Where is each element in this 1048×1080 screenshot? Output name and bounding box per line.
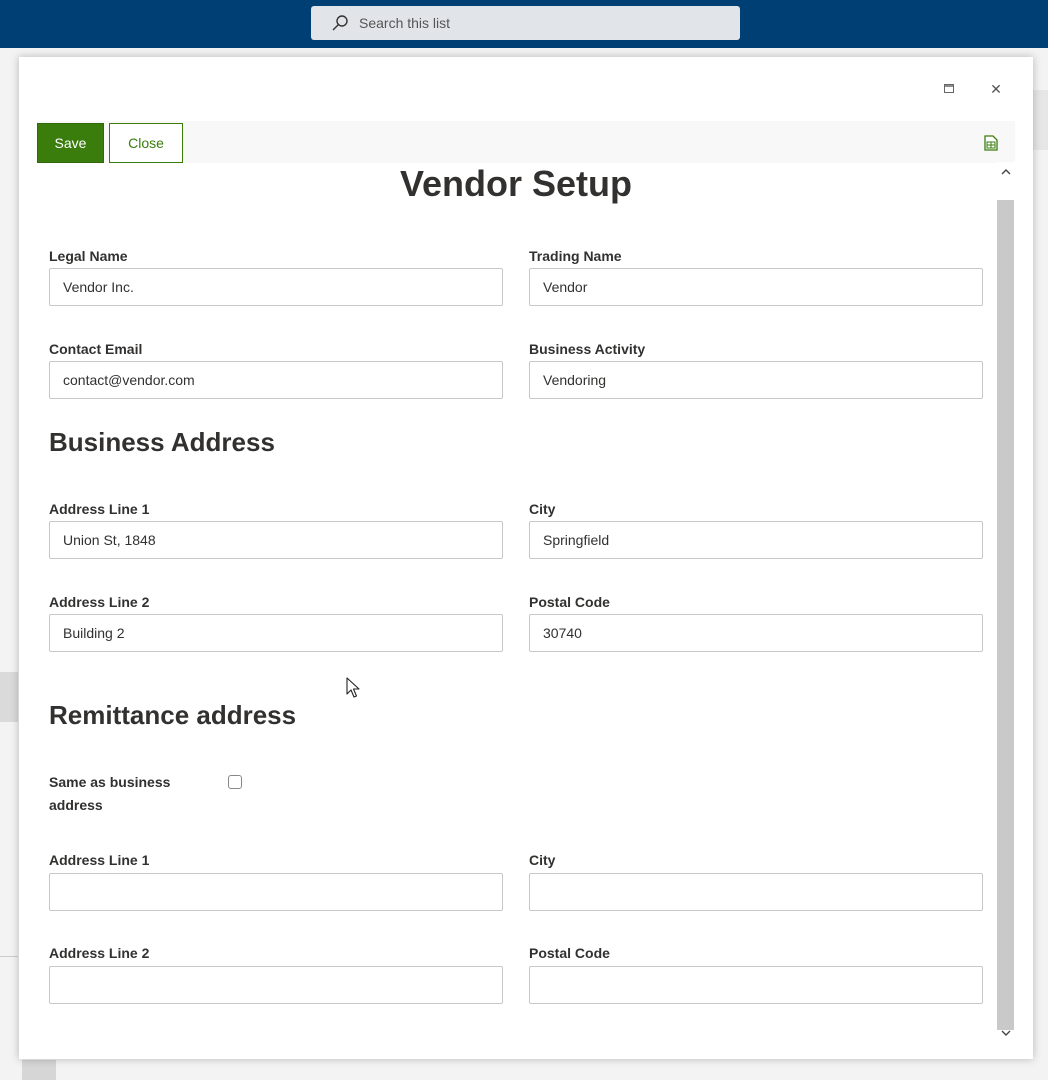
scrollbar-thumb[interactable] [997,200,1014,1030]
business-address-line1-field[interactable]: Union St, 1848 [49,521,503,559]
business-postal-code-label: Postal Code [529,594,610,610]
mouse-pointer-icon [346,677,360,698]
remittance-address-line1-field[interactable] [49,873,503,911]
excel-export-icon[interactable] [984,135,998,151]
background-row-highlight [0,672,18,722]
remittance-postal-code-field[interactable] [529,966,983,1004]
background-divider [0,956,18,957]
business-city-label: City [529,501,556,517]
app-header: Search this list [0,0,1048,48]
form-content: Vendor Setup Legal Name Vendor Inc. Trad… [19,163,997,1053]
close-icon[interactable]: ✕ [986,79,1006,99]
background-element [22,1060,56,1080]
remittance-city-label: City [529,852,556,868]
legal-name-field[interactable]: Vendor Inc. [49,268,503,306]
trading-name-field[interactable]: Vendor [529,268,983,306]
remittance-city-field[interactable] [529,873,983,911]
business-address-line2-label: Address Line 2 [49,594,150,610]
remittance-address-line1-label: Address Line 1 [49,852,150,868]
contact-email-field[interactable]: contact@vendor.com [49,361,503,399]
business-postal-code-field[interactable]: 30740 [529,614,983,652]
search-icon [332,15,348,31]
remittance-address-line2-field[interactable] [49,966,503,1004]
close-button[interactable]: Close [109,123,183,163]
page-title: Vendor Setup [399,163,633,204]
chevron-up-icon[interactable] [997,162,1015,182]
search-box[interactable]: Search this list [311,6,740,40]
remittance-postal-code-label: Postal Code [529,945,610,961]
remittance-address-heading: Remittance address [49,700,297,730]
maximize-icon[interactable] [939,79,959,99]
same-as-business-checkbox[interactable] [228,775,242,789]
background-panel [1033,90,1048,150]
same-as-business-label-line1: Same as business [49,774,171,790]
vendor-setup-dialog: ✕ Save Close Vendor Setup Legal Name Ven… [19,57,1033,1059]
business-address-line1-label: Address Line 1 [49,501,150,517]
business-activity-field[interactable]: Vendoring [529,361,983,399]
trading-name-label: Trading Name [529,248,622,264]
business-activity-label: Business Activity [529,341,646,357]
remittance-address-line2-label: Address Line 2 [49,945,150,961]
chevron-down-icon[interactable] [997,1023,1015,1043]
save-button[interactable]: Save [37,123,104,163]
legal-name-label: Legal Name [49,248,128,264]
business-address-line2-field[interactable]: Building 2 [49,614,503,652]
business-city-field[interactable]: Springfield [529,521,983,559]
search-placeholder: Search this list [359,15,451,31]
command-bar: Save Close [37,121,1015,163]
same-as-business-label-line2: address [49,797,103,813]
contact-email-label: Contact Email [49,341,143,357]
business-address-heading: Business Address [49,427,275,457]
